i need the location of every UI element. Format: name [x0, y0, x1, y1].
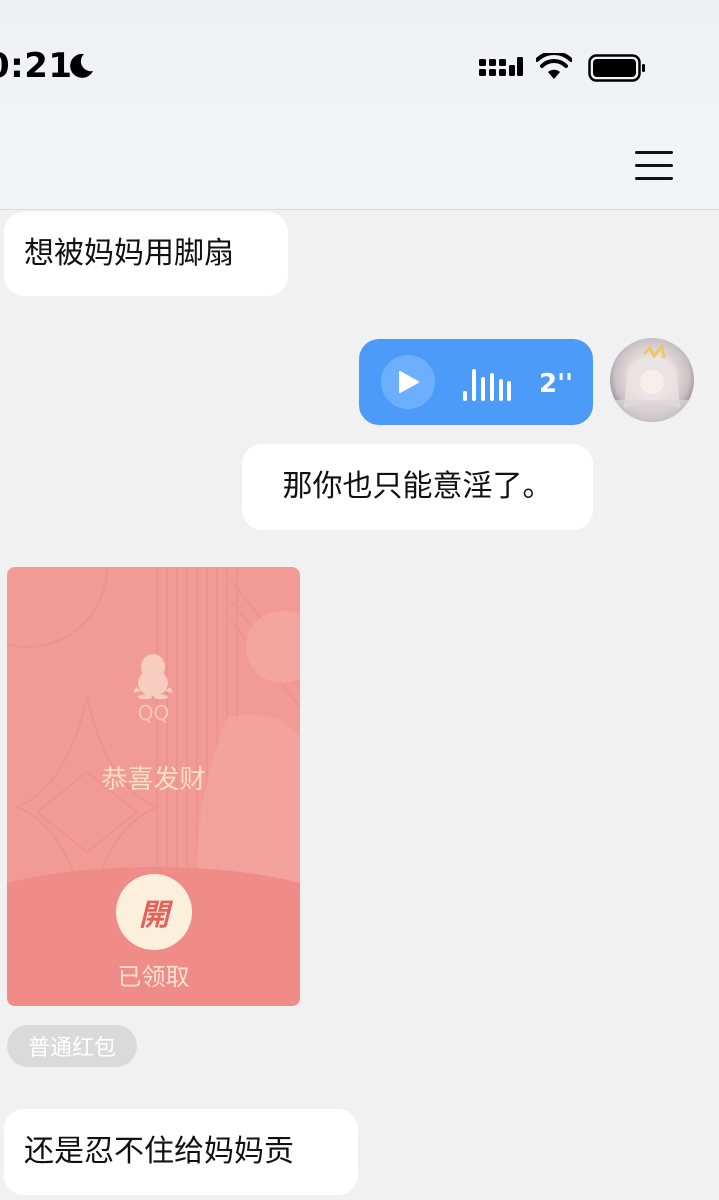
- message-bubble-received[interactable]: 还是忍不住给妈妈贡: [4, 1109, 358, 1195]
- menu-icon[interactable]: [634, 148, 674, 182]
- qq-penguin-icon: [133, 654, 173, 699]
- waveform-icon: [463, 369, 511, 401]
- status-bar: 0:21: [0, 0, 719, 120]
- voice-duration: 2'': [539, 369, 574, 399]
- chat-header: [0, 120, 719, 210]
- message-bubble-received[interactable]: 想被妈妈用脚扇: [4, 212, 288, 296]
- red-packet-status: 已领取: [117, 963, 190, 991]
- moon-icon: [70, 53, 93, 78]
- status-time: 0:21: [0, 46, 73, 86]
- message-bubble-sent[interactable]: 那你也只能意淫了。: [242, 444, 593, 530]
- play-icon: [399, 371, 419, 393]
- red-packet-greeting: 恭喜发财: [101, 765, 206, 795]
- battery-icon: [588, 54, 645, 82]
- voice-message-bubble[interactable]: 2'': [359, 339, 593, 425]
- avatar[interactable]: [610, 338, 694, 422]
- message-text: 那你也只能意淫了。: [282, 469, 553, 504]
- message-text: 想被妈妈用脚扇: [24, 236, 234, 271]
- signal-icon: [479, 57, 523, 76]
- avatar-image: [610, 342, 694, 422]
- red-packet-type-tag: 普通红包: [7, 1025, 137, 1067]
- wifi-icon: [536, 53, 572, 79]
- red-packet-brand: QQ: [137, 701, 170, 725]
- play-button[interactable]: [381, 355, 435, 409]
- message-text: 还是忍不住给妈妈贡: [24, 1134, 294, 1169]
- red-packet-card[interactable]: QQ 恭喜发财 開 已领取: [7, 567, 300, 1006]
- open-red-packet-button[interactable]: 開: [116, 874, 192, 950]
